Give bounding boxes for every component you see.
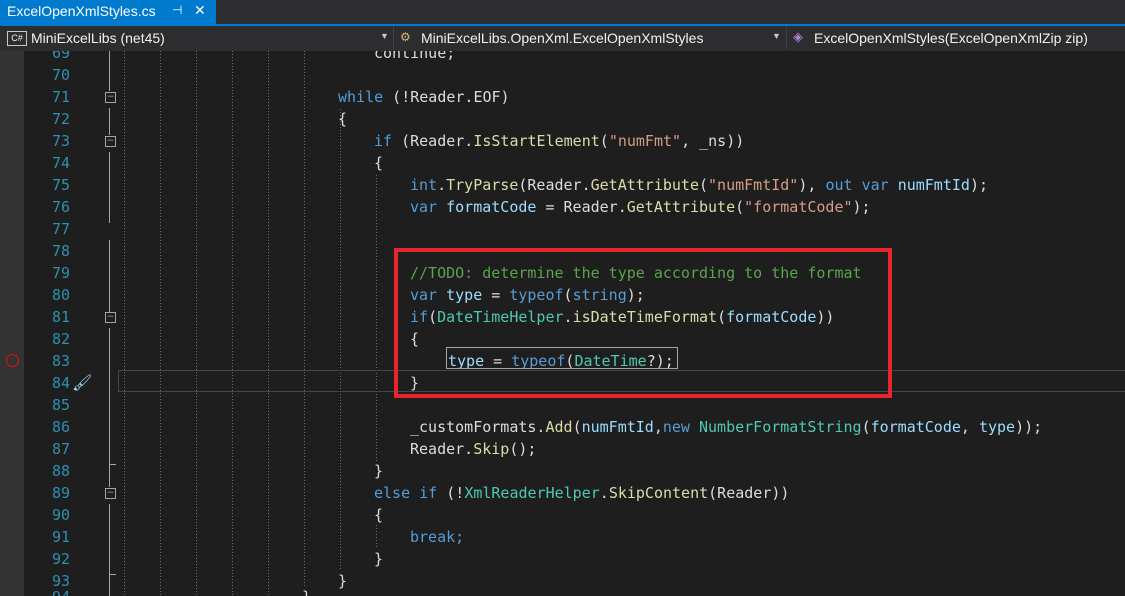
line-number: 71 — [51, 88, 70, 106]
line-number: 84 — [51, 374, 70, 392]
code-line[interactable]: 91 break; — [0, 526, 1125, 548]
code-text[interactable]: { — [374, 152, 383, 174]
line-number: 74 — [51, 154, 70, 172]
close-icon[interactable]: ✕ — [194, 2, 206, 19]
line-number: 82 — [51, 330, 70, 348]
code-line[interactable]: 89 − else if (!XmlReaderHelper.SkipConte… — [0, 482, 1125, 504]
code-line[interactable]: 86 _customFormats.Add(numFmtId,new Numbe… — [0, 416, 1125, 438]
code-line[interactable]: 76 var formatCode = Reader.GetAttribute(… — [0, 196, 1125, 218]
document-tab-bar: ExcelOpenXmlStyles.cs ⊣ ✕ — [0, 0, 1125, 24]
tab-excelopenxmlstyles[interactable]: ExcelOpenXmlStyles.cs ⊣ ✕ — [0, 0, 216, 24]
tab-title[interactable]: ExcelOpenXmlStyles.cs — [7, 3, 156, 19]
line-number: 70 — [51, 66, 70, 84]
line-number: 92 — [51, 550, 70, 568]
type-label: MiniExcelLibs.OpenXml.ExcelOpenXmlStyles — [421, 30, 704, 46]
type-dropdown[interactable]: ⚙ MiniExcelLibs.OpenXml.ExcelOpenXmlStyl… — [394, 26, 787, 50]
class-icon: ⚙ — [400, 30, 411, 44]
code-line[interactable]: 87 Reader.Skip(); — [0, 438, 1125, 460]
paintbrush-icon[interactable]: 🖌 — [72, 372, 92, 394]
line-number: 89 — [51, 484, 70, 502]
line-number: 75 — [51, 176, 70, 194]
line-number: 94 — [0, 586, 70, 596]
line-number: 78 — [51, 242, 70, 260]
code-text[interactable]: while (!Reader.EOF) — [338, 86, 510, 108]
line-number: 72 — [51, 110, 70, 128]
code-text[interactable]: else if (!XmlReaderHelper.SkipContent(Re… — [374, 482, 789, 504]
line-number: 73 — [51, 132, 70, 150]
code-line[interactable]: 88 } — [0, 460, 1125, 482]
navigation-bar: C# MiniExcelLibs (net45) ▼ ⚙ MiniExcelLi… — [0, 26, 1125, 51]
code-line[interactable]: 92 } — [0, 548, 1125, 570]
member-label: ExcelOpenXmlStyles(ExcelOpenXmlZip zip) — [814, 30, 1088, 46]
code-text[interactable]: } — [374, 548, 383, 570]
line-number: 81 — [51, 308, 70, 326]
chevron-down-icon[interactable]: ▼ — [772, 31, 781, 41]
csharp-project-icon: C# — [7, 31, 27, 46]
line-number: 86 — [51, 418, 70, 436]
line-number: 85 — [51, 396, 70, 414]
code-line[interactable]: 71 − while (!Reader.EOF) — [0, 86, 1125, 108]
line-number: 88 — [51, 462, 70, 480]
member-dropdown[interactable]: ◈ ExcelOpenXmlStyles(ExcelOpenXmlZip zip… — [787, 26, 1125, 50]
code-text[interactable]: Reader.Skip(); — [410, 438, 536, 460]
code-line[interactable]: 69 continue; — [0, 51, 1125, 64]
pin-icon[interactable]: ⊣ — [172, 3, 182, 17]
line-number: 69 — [51, 51, 70, 62]
code-text[interactable]: { — [374, 504, 383, 526]
collapse-icon[interactable]: − — [105, 488, 116, 499]
chevron-down-icon[interactable]: ▼ — [380, 31, 389, 41]
line-number: 83 — [51, 352, 70, 370]
annotation-highlight-box — [394, 248, 892, 398]
line-number: 87 — [51, 440, 70, 458]
code-line[interactable]: 94 } — [0, 586, 1125, 596]
code-text[interactable]: break; — [410, 526, 464, 548]
code-text[interactable]: if (Reader.IsStartElement("numFmt", _ns)… — [374, 130, 744, 152]
code-line[interactable]: 75 int.TryParse(Reader.GetAttribute("num… — [0, 174, 1125, 196]
project-dropdown[interactable]: C# MiniExcelLibs (net45) ▼ — [0, 26, 394, 50]
code-text[interactable]: var formatCode = Reader.GetAttribute("fo… — [410, 196, 871, 218]
line-number: 90 — [51, 506, 70, 524]
code-editor[interactable]: 69 continue; 70 71 − while (!Reader.EOF)… — [0, 51, 1125, 596]
code-text[interactable]: continue; — [374, 51, 455, 64]
project-label: MiniExcelLibs (net45) — [31, 30, 165, 46]
line-number: 91 — [51, 528, 70, 546]
code-line[interactable]: 90 { — [0, 504, 1125, 526]
code-line[interactable]: 77 — [0, 218, 1125, 240]
code-line[interactable]: 73 − if (Reader.IsStartElement("numFmt",… — [0, 130, 1125, 152]
code-line[interactable]: 70 — [0, 64, 1125, 86]
code-text[interactable]: _customFormats.Add(numFmtId,new NumberFo… — [410, 416, 1042, 438]
collapse-icon[interactable]: − — [105, 92, 116, 103]
method-icon: ◈ — [793, 29, 803, 44]
line-number: 76 — [51, 198, 70, 216]
code-text[interactable]: } — [302, 586, 311, 596]
collapse-icon[interactable]: − — [105, 312, 116, 323]
code-text[interactable]: } — [374, 460, 383, 482]
line-number: 80 — [51, 286, 70, 304]
code-line[interactable]: 74 { — [0, 152, 1125, 174]
line-number: 79 — [51, 264, 70, 282]
code-line[interactable]: 72 { — [0, 108, 1125, 130]
line-number: 77 — [51, 220, 70, 238]
collapse-icon[interactable]: − — [105, 136, 116, 147]
code-text[interactable]: { — [338, 108, 347, 130]
code-text[interactable]: int.TryParse(Reader.GetAttribute("numFmt… — [410, 174, 988, 196]
